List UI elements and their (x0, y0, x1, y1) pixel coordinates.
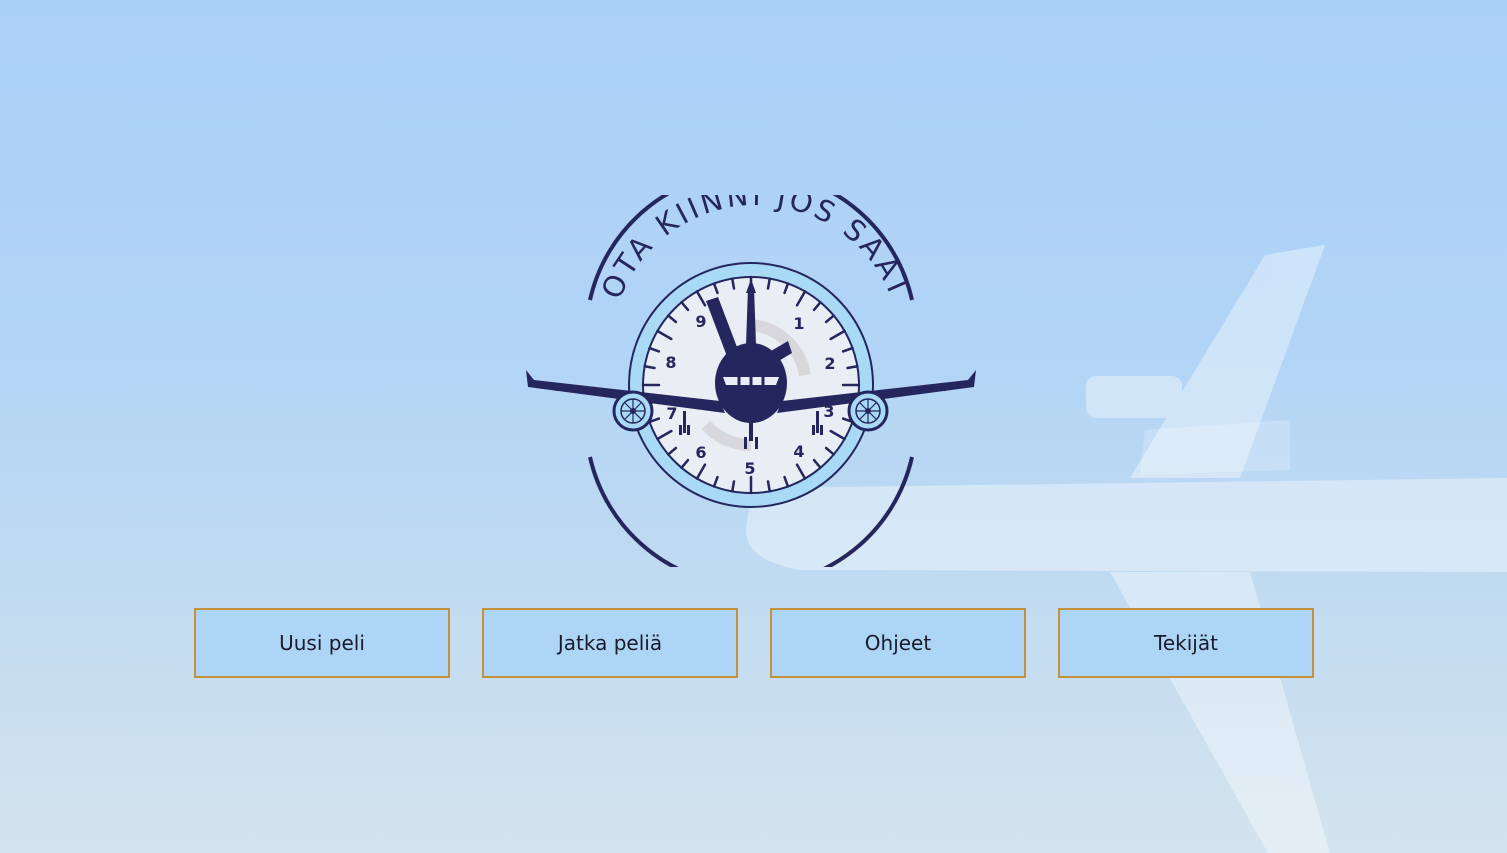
new-game-button[interactable]: Uusi peli (194, 608, 450, 678)
clock-tick (846, 364, 859, 370)
continue-game-button[interactable]: Jatka peliä (482, 608, 738, 678)
airplane-front-icon (526, 343, 976, 449)
game-logo: OTA KIINNI JOS SAAT 1 2 3 4 5 6 7 8 9 (526, 195, 976, 567)
clock-tick (766, 277, 772, 290)
left-engine-icon (612, 390, 654, 432)
instructions-button[interactable]: Ohjeet (770, 608, 1026, 678)
clock-number-7: 7 (666, 404, 677, 423)
clock-tick (730, 277, 736, 290)
clock-number-6: 6 (695, 443, 706, 462)
clock-tick (766, 480, 772, 493)
clock-number-8: 8 (665, 353, 676, 372)
clock-number-9: 9 (695, 312, 706, 331)
clock-number-5: 5 (744, 459, 755, 478)
right-engine-icon (847, 390, 889, 432)
clock-number-2: 2 (824, 354, 835, 373)
clock-tick (730, 480, 736, 493)
main-menu: Uusi peli Jatka peliä Ohjeet Tekijät (194, 608, 1314, 678)
clock-tick (643, 364, 656, 370)
main-menu-screen: OTA KIINNI JOS SAAT 1 2 3 4 5 6 7 8 9 Uu… (0, 0, 1507, 853)
clock-number-4: 4 (793, 442, 804, 461)
credits-button[interactable]: Tekijät (1058, 608, 1314, 678)
clock-number-1: 1 (793, 314, 804, 333)
